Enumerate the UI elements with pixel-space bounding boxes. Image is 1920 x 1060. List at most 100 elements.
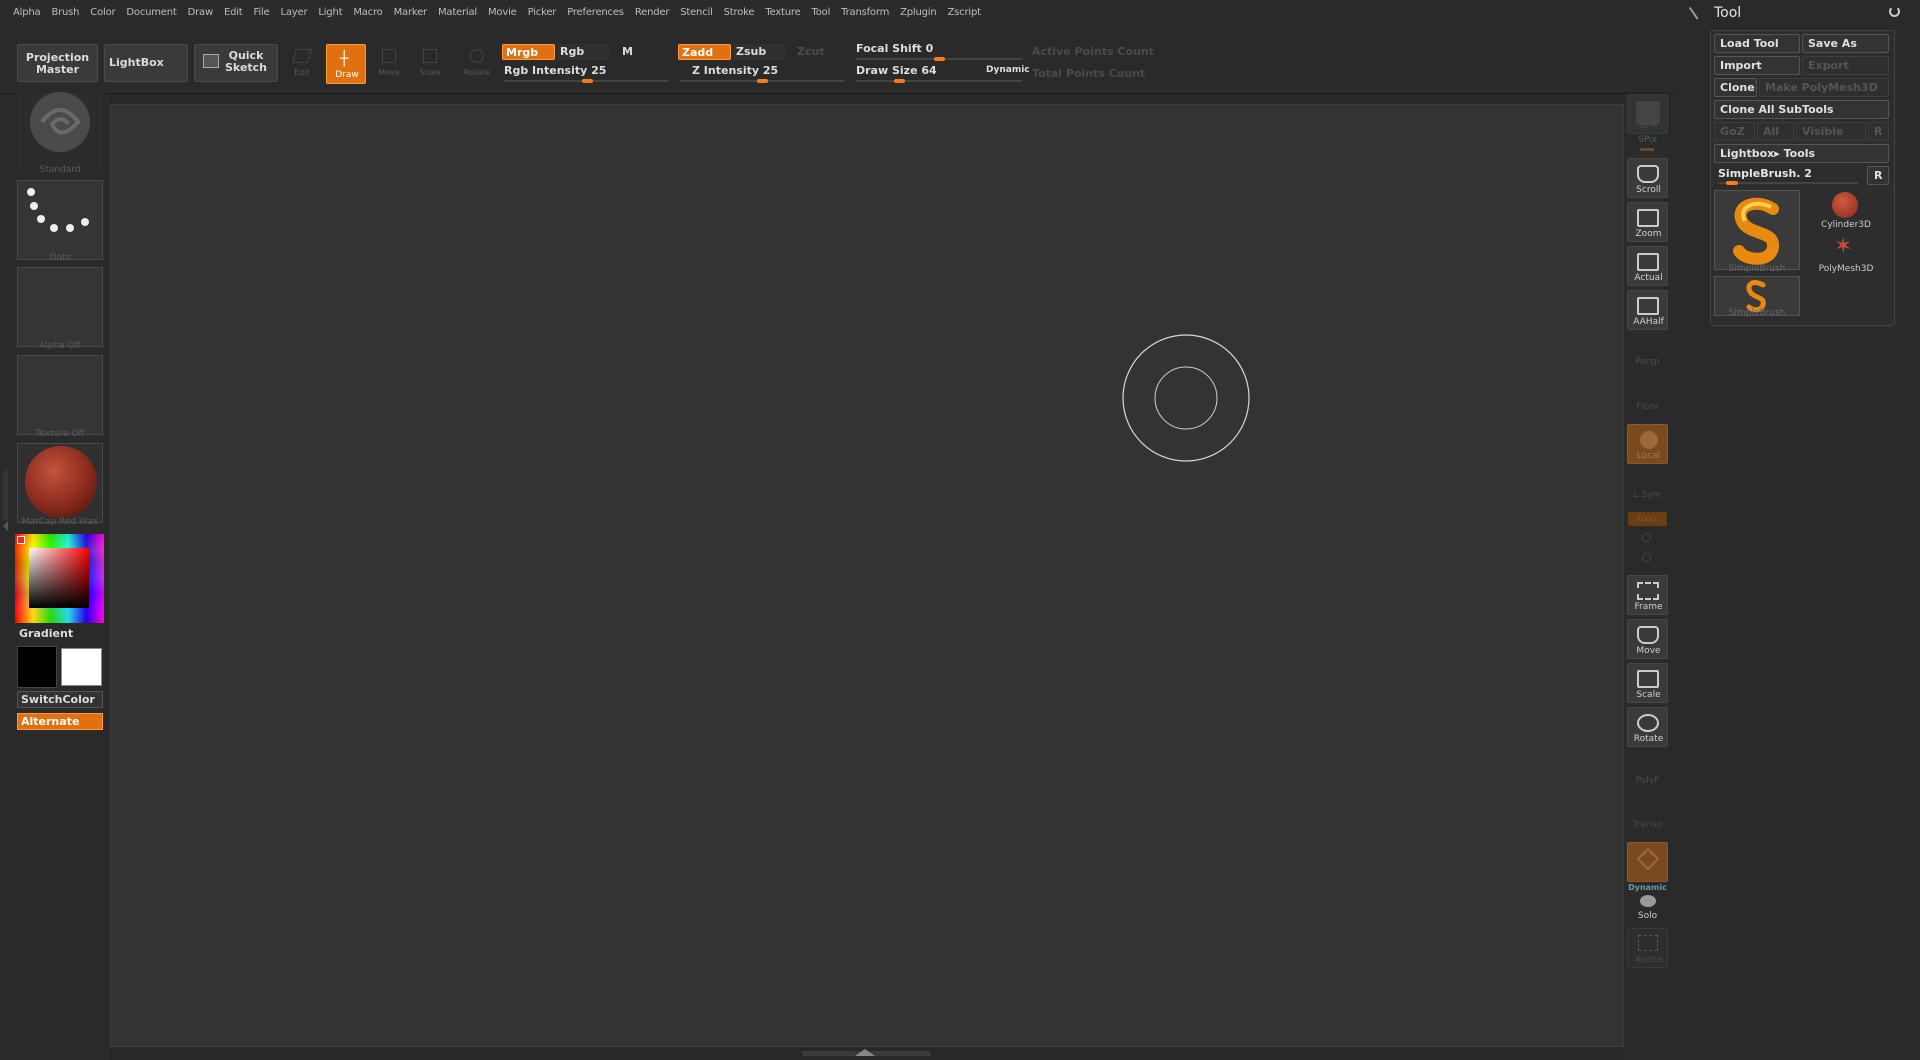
menu-stroke[interactable]: Stroke: [724, 7, 755, 18]
menu-preferences[interactable]: Preferences: [567, 7, 624, 18]
menu-material[interactable]: Material: [438, 7, 477, 18]
clone-all-subtools-button[interactable]: Clone All SubTools: [1714, 100, 1889, 119]
menu-zplugin[interactable]: Zplugin: [900, 7, 937, 18]
scroll-button[interactable]: Scroll: [1627, 158, 1668, 198]
all-button[interactable]: All: [1757, 122, 1794, 141]
focal-shift-slider[interactable]: Focal Shift 0: [856, 42, 933, 55]
xyz-button[interactable]: Gxyz: [1628, 512, 1667, 526]
switch-color-button[interactable]: SwitchColor: [17, 691, 103, 708]
import-button[interactable]: Import: [1714, 56, 1800, 75]
persp-button[interactable]: Persp: [1627, 340, 1668, 367]
rgb-toggle[interactable]: Rgb: [557, 44, 610, 60]
tool-thumb-polymesh3d[interactable]: ✶ PolyMesh3D: [1806, 234, 1886, 276]
menu-layer[interactable]: Layer: [280, 7, 307, 18]
secondary-color-swatch[interactable]: [61, 648, 102, 686]
visible-button[interactable]: Visible: [1796, 122, 1866, 141]
document-canvas[interactable]: [110, 104, 1624, 1047]
draw-button[interactable]: ┼ Draw: [326, 44, 366, 84]
alternate-button[interactable]: Alternate: [17, 713, 103, 730]
menu-document[interactable]: Document: [126, 7, 176, 18]
scale-button[interactable]: Scale: [415, 44, 445, 82]
menu-tool[interactable]: Tool: [812, 7, 831, 18]
draw-size-slider[interactable]: Draw Size 64: [856, 64, 937, 77]
current-tool-slider[interactable]: SimpleBrush. 2: [1714, 166, 1864, 185]
move-button[interactable]: Move: [374, 44, 404, 82]
menu-texture[interactable]: Texture: [765, 7, 800, 18]
bpr-button[interactable]: BPR: [1627, 94, 1668, 134]
menu-edit[interactable]: Edit: [224, 7, 243, 18]
lightbox-button[interactable]: LightBox: [104, 44, 188, 82]
polyf-button[interactable]: PolyF: [1627, 758, 1668, 786]
actual-button[interactable]: Actual: [1627, 246, 1668, 286]
texture-thumbnail[interactable]: [17, 355, 103, 435]
left-collapse-handle[interactable]: [3, 470, 8, 520]
reset-icon[interactable]: [1889, 6, 1900, 17]
draw-size-knob[interactable]: [894, 79, 905, 83]
rgb-intensity-knob[interactable]: [582, 79, 593, 83]
save-as-button[interactable]: Save As: [1802, 34, 1889, 53]
make-polymesh-button[interactable]: Make PolyMesh3D: [1759, 78, 1889, 97]
menu-alpha[interactable]: Alpha: [13, 7, 41, 18]
zoom-button[interactable]: Zoom: [1627, 202, 1668, 242]
menu-stencil[interactable]: Stencil: [680, 7, 713, 18]
gradient-label[interactable]: Gradient: [19, 627, 73, 640]
menu-transform[interactable]: Transform: [841, 7, 889, 18]
menu-picker[interactable]: Picker: [528, 7, 557, 18]
aahalf-button[interactable]: AAHalf: [1627, 290, 1668, 330]
zadd-toggle[interactable]: Zadd: [678, 44, 731, 60]
solo-button[interactable]: Solo: [1627, 893, 1668, 923]
alpha-thumbnail[interactable]: [17, 267, 103, 347]
lsym-button[interactable]: L.Sym: [1627, 478, 1668, 504]
scale-view-button[interactable]: Scale: [1627, 663, 1668, 703]
projection-master-button[interactable]: Projection Master: [17, 44, 98, 82]
menu-zscript[interactable]: Zscript: [948, 7, 982, 18]
mrgb-toggle[interactable]: Mrgb: [502, 44, 555, 60]
tool-thumb-simplebrush-large[interactable]: [1714, 190, 1800, 270]
edit-button[interactable]: Edit: [287, 44, 317, 82]
menu-draw[interactable]: Draw: [188, 7, 214, 18]
floor-button[interactable]: Floor: [1627, 386, 1668, 412]
z-intensity-slider[interactable]: Z Intensity 25: [692, 64, 778, 77]
dynamic-toggle[interactable]: Dynamic: [986, 65, 1030, 75]
clone-button[interactable]: Clone: [1714, 78, 1757, 97]
zsub-toggle[interactable]: Zsub: [733, 44, 786, 60]
frame-button[interactable]: Frame: [1627, 575, 1668, 615]
color-picker[interactable]: [15, 534, 104, 623]
menu-light[interactable]: Light: [318, 7, 342, 18]
lightbox-tools-button[interactable]: Lightbox▸ Tools: [1714, 144, 1889, 163]
spix-slider[interactable]: SPix: [1627, 135, 1668, 145]
menu-macro[interactable]: Macro: [353, 7, 382, 18]
local-button[interactable]: Local: [1627, 424, 1668, 464]
current-tool-r-button[interactable]: R: [1867, 166, 1889, 185]
focal-shift-knob[interactable]: [934, 57, 945, 61]
spix-knob[interactable]: [1640, 148, 1654, 151]
brush-thumbnail[interactable]: [17, 92, 103, 168]
m-toggle[interactable]: M: [616, 44, 669, 60]
material-thumbnail[interactable]: [17, 443, 103, 523]
primary-color-swatch[interactable]: [17, 646, 57, 688]
draw-size-track[interactable]: [856, 80, 1022, 82]
rgb-intensity-slider[interactable]: Rgb Intensity 25: [504, 64, 606, 77]
r-button[interactable]: R: [1868, 122, 1889, 141]
menu-color[interactable]: Color: [90, 7, 115, 18]
load-tool-button[interactable]: Load Tool: [1714, 34, 1800, 53]
rotate-button[interactable]: Rotate: [462, 44, 492, 82]
export-button[interactable]: Export: [1802, 56, 1889, 75]
quick-sketch-button[interactable]: Quick Sketch: [194, 44, 278, 82]
rotate-view-button[interactable]: Rotate: [1627, 707, 1668, 747]
move-view-button[interactable]: Move: [1627, 619, 1668, 659]
transp-button[interactable]: Transp: [1627, 802, 1668, 830]
menu-file[interactable]: File: [254, 7, 270, 18]
menu-render[interactable]: Render: [635, 7, 670, 18]
xpose-button[interactable]: Xpose: [1627, 928, 1668, 968]
menu-marker[interactable]: Marker: [394, 7, 428, 18]
color-sv-square[interactable]: [29, 548, 89, 608]
z-intensity-knob[interactable]: [757, 79, 768, 83]
ghost-button[interactable]: [1627, 842, 1668, 882]
menu-brush[interactable]: Brush: [51, 7, 79, 18]
menu-movie[interactable]: Movie: [488, 7, 517, 18]
zcut-toggle[interactable]: Zcut: [791, 44, 844, 60]
tool-thumb-cylinder3d[interactable]: Cylinder3D: [1806, 190, 1886, 232]
goz-button[interactable]: GoZ: [1714, 122, 1755, 141]
stroke-thumbnail[interactable]: [17, 180, 103, 260]
